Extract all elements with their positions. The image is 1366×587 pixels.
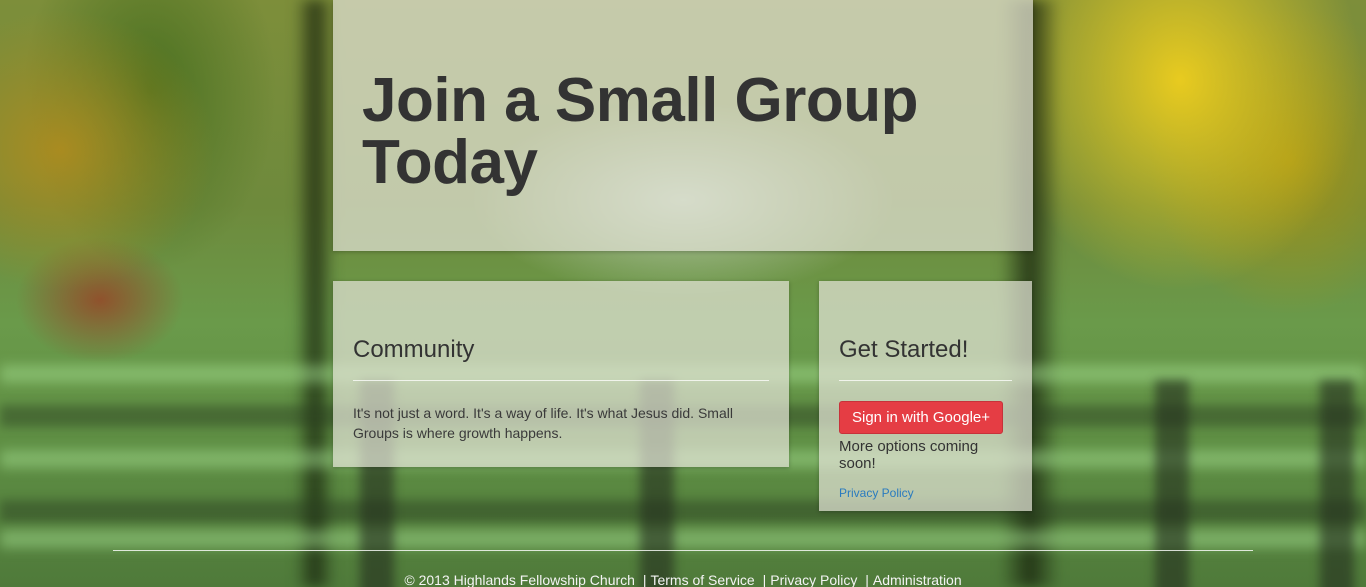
get-started-card: Get Started! Sign in with Google+ More o… [819,281,1032,511]
google-signin-button[interactable]: Sign in with Google+ [839,401,1004,434]
community-card: Community It's not just a word. It's a w… [333,281,789,467]
footer-privacy-link[interactable]: Privacy Policy [770,572,857,587]
privacy-policy-link[interactable]: Privacy Policy [839,486,914,500]
footer-terms-link[interactable]: Terms of Service [650,572,754,587]
hero-title-line1: Join a Small Group [362,66,919,135]
fence-post [1155,380,1189,587]
fence-post [1320,380,1354,587]
footer-admin-link[interactable]: Administration [873,572,962,587]
community-description: It's not just a word. It's a way of life… [353,405,733,441]
footer-separator: | [642,572,647,587]
hero-title: Join a Small Group Today [362,70,1004,194]
footer-divider [113,550,1253,551]
more-options-text: More options coming soon! [839,438,979,472]
community-heading: Community [353,337,769,381]
footer: © 2013 Highlands Fellowship Church | Term… [0,572,1366,587]
hero-panel: Join a Small Group Today [333,0,1033,251]
footer-separator: | [865,572,869,587]
hero-title-line2: Today [362,128,538,197]
footer-copyright: © 2013 Highlands Fellowship Church [404,572,635,587]
get-started-heading: Get Started! [839,337,1012,381]
tree-trunk [295,0,335,587]
footer-separator: | [762,572,767,587]
